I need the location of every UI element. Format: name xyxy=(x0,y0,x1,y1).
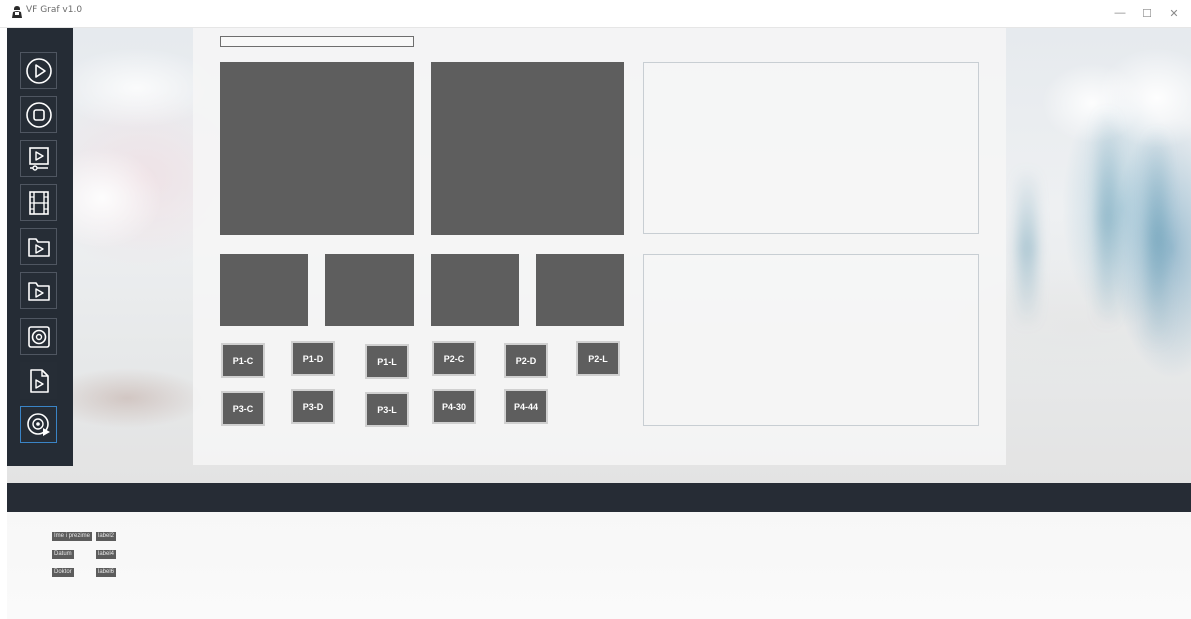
video-player-button[interactable] xyxy=(20,140,57,177)
doctor-caption: Doktor xyxy=(52,568,74,577)
stop-button[interactable] xyxy=(20,96,57,133)
preset-p4-44-button[interactable]: P4-44 xyxy=(504,389,548,424)
record-disc-button[interactable] xyxy=(20,318,57,355)
preset-p1-l-button[interactable]: P1-L xyxy=(365,344,409,379)
preset-p2-d-button[interactable]: P2-D xyxy=(504,343,548,378)
thumbnail-3[interactable] xyxy=(431,254,519,326)
graph-area-bottom xyxy=(643,254,979,426)
window-left-edge xyxy=(0,28,7,619)
folder-play-icon xyxy=(27,237,50,257)
preset-p1-d-button[interactable]: P1-D xyxy=(291,341,335,376)
film-strip-icon xyxy=(28,190,49,215)
play-circle-icon xyxy=(25,57,52,84)
disc-play-icon xyxy=(26,412,50,436)
thumbnail-1[interactable] xyxy=(220,254,308,326)
preset-p2-c-button[interactable]: P2-C xyxy=(432,341,476,376)
doctor-value: label6 xyxy=(96,568,117,577)
preset-p3-d-button[interactable]: P3-D xyxy=(291,389,335,424)
preset-p3-c-button[interactable]: P3-C xyxy=(221,391,265,426)
video-view-2[interactable] xyxy=(431,62,624,235)
preset-p1-c-button[interactable]: P1-C xyxy=(221,343,265,378)
video-view-1[interactable] xyxy=(220,62,414,235)
window-title: VF Graf v1.0 xyxy=(26,5,83,15)
patient-name-value: label2 xyxy=(96,532,117,541)
play-button[interactable] xyxy=(20,52,57,89)
main-panel: P1-C P1-D P1-L P2-C P2-D P2-L P3-C P3-D … xyxy=(193,28,1006,465)
date-value: label4 xyxy=(96,550,117,559)
stop-circle-icon xyxy=(25,101,52,128)
film-strip-button[interactable] xyxy=(20,184,57,221)
video-player-icon xyxy=(28,146,49,171)
preset-p4-30-button[interactable]: P4-30 xyxy=(432,389,476,424)
disc-play-button[interactable] xyxy=(20,406,57,443)
background-window-light xyxy=(1147,128,1167,348)
play-file-button[interactable] xyxy=(20,362,57,399)
path-input[interactable] xyxy=(220,36,414,47)
graph-area-top xyxy=(643,62,979,234)
preset-p2-l-button[interactable]: P2-L xyxy=(576,341,620,376)
minimize-button[interactable]: — xyxy=(1109,4,1131,22)
timeline-strip xyxy=(7,483,1191,512)
folder-play-icon xyxy=(27,281,50,301)
file-play-icon xyxy=(29,368,49,393)
close-button[interactable]: ✕ xyxy=(1163,4,1185,22)
title-bar: VF Graf v1.0 — ☐ ✕ xyxy=(0,0,1191,28)
thumbnail-4[interactable] xyxy=(536,254,624,326)
patient-info-area: Ime i prezime label2 Datum label4 Doktor… xyxy=(7,512,1191,619)
open-folder-video-button[interactable] xyxy=(20,228,57,265)
maximize-button[interactable]: ☐ xyxy=(1136,4,1158,22)
preset-p3-l-button[interactable]: P3-L xyxy=(365,392,409,427)
thumbnail-2[interactable] xyxy=(325,254,414,326)
disc-icon xyxy=(27,325,50,348)
open-folder-video-2-button[interactable] xyxy=(20,272,57,309)
date-caption: Datum xyxy=(52,550,74,559)
app-logo-icon xyxy=(12,6,22,18)
background-window-light xyxy=(1017,168,1037,328)
sidebar xyxy=(7,28,73,466)
patient-name-caption: Ime i prezime xyxy=(52,532,93,541)
background-window-light xyxy=(1097,108,1117,328)
